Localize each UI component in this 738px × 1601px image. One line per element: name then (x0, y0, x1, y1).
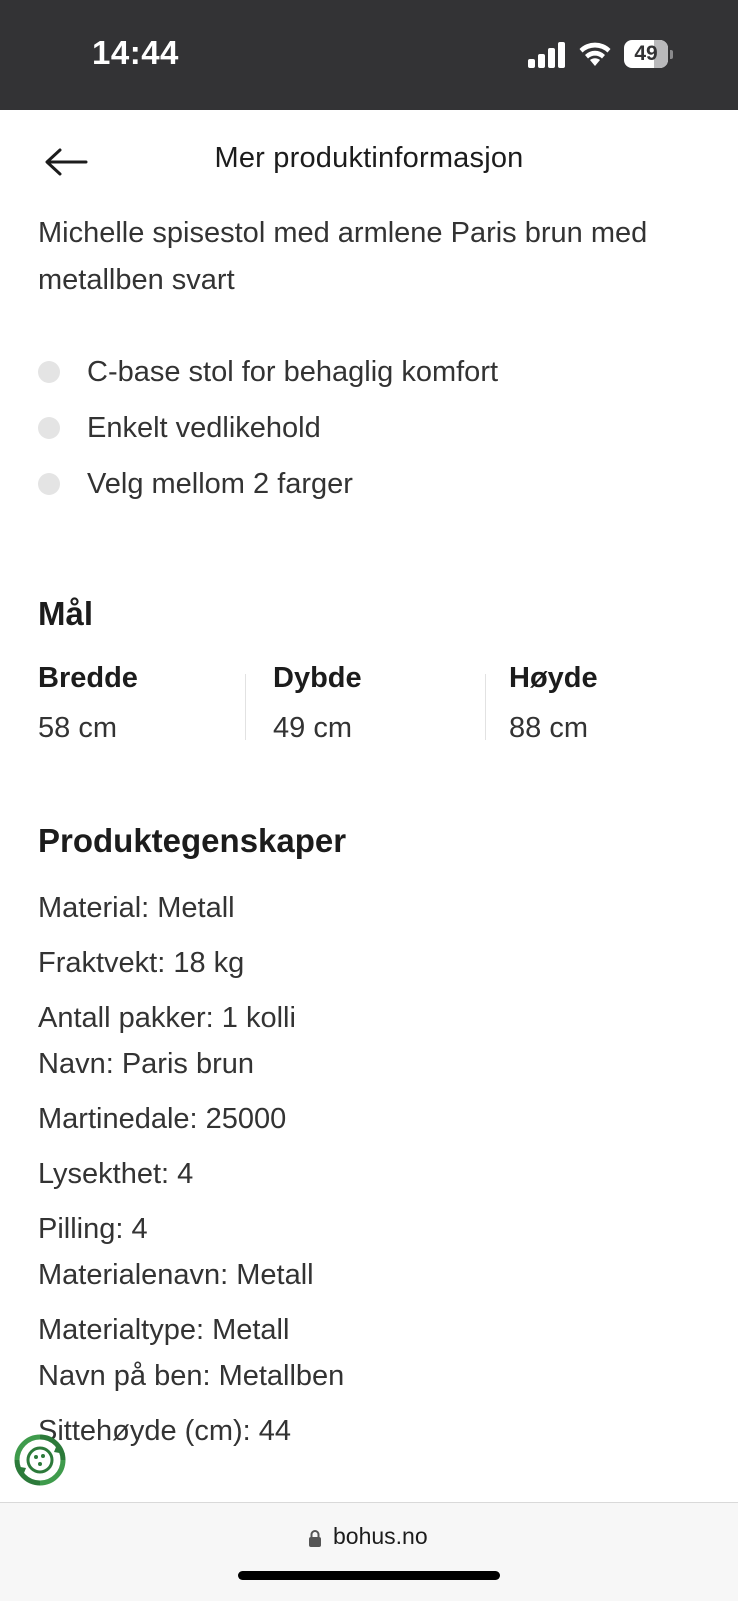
dimension-depth: Dybde 49 cm (273, 660, 473, 746)
bullet-icon (38, 417, 60, 439)
property-lightfastness: Lysekthet: 4 (38, 1158, 194, 1190)
dimension-label: Bredde (38, 662, 138, 694)
battery-indicator: 49 (624, 40, 674, 68)
bullet-icon (38, 361, 60, 383)
dimension-label: Høyde (509, 662, 598, 694)
home-indicator[interactable] (238, 1571, 500, 1580)
dimensions-heading: Mål (38, 595, 94, 632)
property-material: Material: Metall (38, 892, 235, 924)
wifi-icon (579, 42, 611, 66)
browser-address-bar[interactable]: bohus.no (0, 1502, 738, 1601)
property-leg-name: Navn på ben: Metallben (38, 1360, 345, 1392)
eco-badge-shadow (66, 1440, 78, 1480)
dimension-label: Dybde (273, 662, 362, 694)
properties-heading: Produktegenskaper (38, 822, 347, 859)
url-text[interactable]: bohus.no (333, 1523, 428, 1550)
eco-recycle-badge-icon[interactable] (12, 1432, 68, 1488)
battery-cap (670, 50, 673, 59)
feature-text: Velg mellom 2 farger (87, 468, 353, 500)
list-item: Enkelt vedlikehold (38, 400, 718, 456)
property-material-name: Materialenavn: Metall (38, 1259, 314, 1291)
property-material-type: Materialtype: Metall (38, 1314, 290, 1346)
cellular-signal-icon (528, 42, 565, 68)
product-name: Michelle spisestol med armlene Paris bru… (38, 217, 648, 296)
page-title: Mer produktinformasjon (214, 142, 524, 174)
status-time: 14:44 (92, 34, 179, 71)
dimension-value: 58 cm (38, 712, 117, 744)
lock-icon (309, 1530, 321, 1547)
battery-body: 49 (624, 40, 668, 68)
product-info-content: Michelle spisestol med armlene Paris bru… (38, 210, 718, 1447)
list-item: C-base stol for behaglig komfort (38, 344, 718, 400)
property-package-count: Antall pakker: 1 kolli (38, 1002, 296, 1034)
divider (245, 674, 246, 740)
feature-list: C-base stol for behaglig komfort Enkelt … (38, 344, 718, 512)
property-freight-weight: Fraktvekt: 18 kg (38, 947, 245, 979)
status-bar: 14:44 49 (0, 0, 738, 110)
dimensions-table: Bredde 58 cm Dybde 49 cm Høyde 88 cm (38, 660, 718, 744)
feature-text: Enkelt vedlikehold (87, 412, 321, 444)
property-martindale: Martinedale: 25000 (38, 1103, 287, 1135)
feature-text: C-base stol for behaglig komfort (87, 356, 499, 388)
dimension-height: Høyde 88 cm (509, 660, 709, 746)
list-item: Velg mellom 2 farger (38, 456, 718, 512)
dimension-width: Bredde 58 cm (38, 660, 238, 746)
dimension-value: 49 cm (273, 712, 352, 744)
bullet-icon (38, 473, 60, 495)
property-color-name: Navn: Paris brun (38, 1048, 254, 1080)
property-pilling: Pilling: 4 (38, 1213, 148, 1245)
divider (485, 674, 486, 740)
battery-level: 49 (634, 42, 658, 65)
dimension-value: 88 cm (509, 712, 588, 744)
